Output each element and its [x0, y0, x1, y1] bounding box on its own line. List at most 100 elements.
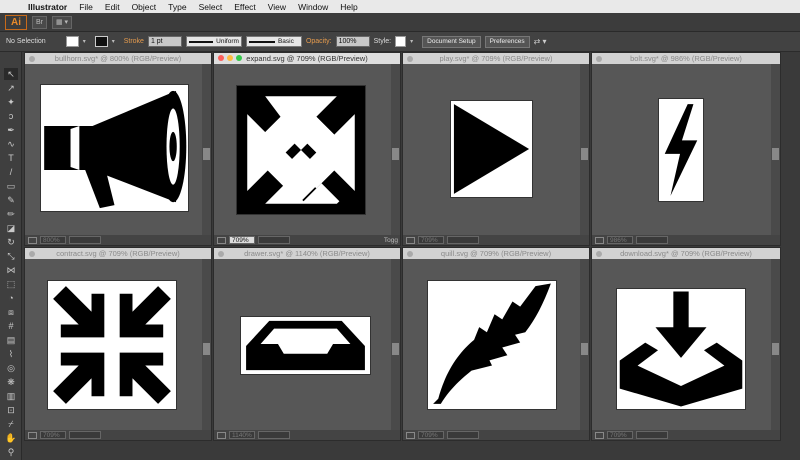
brush-definition-dropdown[interactable]: Basic [245, 36, 302, 47]
window-title-bar[interactable]: drawer.svg* @ 1140% (RGB/Preview) [214, 248, 400, 259]
window-title-bar[interactable]: contract.svg @ 709% (RGB/Preview) [25, 248, 211, 259]
menu-window[interactable]: Window [292, 2, 334, 12]
width-tool-icon[interactable]: ⋈ [4, 264, 18, 276]
document-window-drawer[interactable]: drawer.svg* @ 1140% (RGB/Preview) 1140% [213, 247, 401, 441]
lasso-icon[interactable]: ↄ [4, 110, 18, 122]
menu-object[interactable]: Object [126, 2, 163, 12]
pen-tool-icon[interactable]: ✒ [4, 124, 18, 136]
window-title-bar[interactable]: bolt.svg* @ 986% (RGB/Preview) [592, 53, 780, 64]
vertical-scrollbar[interactable] [580, 64, 589, 235]
document-window-play[interactable]: play.svg* @ 709% (RGB/Preview) 709% [402, 52, 590, 246]
artboard[interactable] [236, 85, 366, 215]
document-window-bullhorn[interactable]: bullhorn.svg* @ 800% (RGB/Preview) 800% [24, 52, 212, 246]
artboard-field[interactable] [258, 236, 290, 244]
artboard-tool-icon[interactable]: ⊡ [4, 404, 18, 416]
close-icon[interactable] [29, 56, 35, 62]
zoom-field[interactable]: 709% [418, 236, 444, 244]
opacity-label[interactable]: Opacity: [306, 38, 332, 45]
document-window-download[interactable]: download.svg* @ 709% (RGB/Preview) 709% [591, 247, 781, 441]
preferences-button[interactable]: Preferences [484, 35, 530, 48]
close-icon[interactable] [407, 56, 413, 62]
stroke-dropdown-icon[interactable]: ▾ [112, 38, 120, 45]
artboard-navigation-icon[interactable] [595, 236, 604, 244]
scale-icon[interactable]: ⤡ [4, 250, 18, 262]
artboard-field[interactable] [258, 431, 290, 439]
window-title-bar[interactable]: bullhorn.svg* @ 800% (RGB/Preview) [25, 53, 211, 64]
magic-wand-icon[interactable]: ✦ [4, 96, 18, 108]
zoom-field[interactable]: 709% [40, 431, 66, 439]
fill-swatch[interactable] [65, 36, 79, 47]
close-icon[interactable] [218, 55, 224, 61]
vertical-scrollbar[interactable] [391, 259, 400, 430]
vertical-scrollbar[interactable] [202, 259, 211, 430]
artboard-field[interactable] [636, 236, 668, 244]
artboard[interactable] [427, 280, 557, 410]
zoom-field[interactable]: 709% [418, 431, 444, 439]
style-dropdown-icon[interactable]: ▾ [410, 38, 418, 45]
artboard[interactable] [616, 288, 746, 410]
artboard-field[interactable] [636, 431, 668, 439]
variable-width-profile-dropdown[interactable]: Uniform [185, 36, 242, 47]
menu-app-name[interactable]: Illustrator [22, 2, 73, 12]
document-window-expand[interactable]: expand.svg @ 709% (RGB/Preview) 709% Tog… [213, 52, 401, 246]
window-title-bar[interactable]: expand.svg @ 709% (RGB/Preview) [214, 53, 400, 64]
document-window-contract[interactable]: contract.svg @ 709% (RGB/Preview) 709% [24, 247, 212, 441]
column-graph-icon[interactable]: ▥ [4, 390, 18, 402]
close-icon[interactable] [29, 251, 35, 257]
artboard-field[interactable] [69, 236, 101, 244]
pencil-icon[interactable]: ✏ [4, 208, 18, 220]
zoom-field[interactable]: 1140% [229, 431, 255, 439]
vertical-scrollbar[interactable] [580, 259, 589, 430]
gradient-tool-icon[interactable]: ▤ [4, 334, 18, 346]
rotate-icon[interactable]: ↻ [4, 236, 18, 248]
arrange-documents-button[interactable]: ▦ ▾ [52, 15, 73, 29]
window-title-bar[interactable]: download.svg* @ 709% (RGB/Preview) [592, 248, 780, 259]
artboard[interactable] [240, 316, 371, 375]
free-transform-icon[interactable]: ⬚ [4, 278, 18, 290]
artboard-navigation-icon[interactable] [406, 236, 415, 244]
line-tool-icon[interactable]: / [4, 166, 18, 178]
artboard[interactable] [658, 98, 704, 202]
close-icon[interactable] [218, 251, 224, 257]
menu-select[interactable]: Select [193, 2, 229, 12]
scroll-thumb[interactable] [772, 148, 779, 160]
paintbrush-icon[interactable]: ✎ [4, 194, 18, 206]
toggle-label[interactable]: Togg [384, 237, 398, 244]
artboard-navigation-icon[interactable] [595, 431, 604, 439]
vertical-scrollbar[interactable] [391, 64, 400, 235]
zoom-window-icon[interactable] [236, 55, 242, 61]
zoom-field[interactable]: 986% [607, 236, 633, 244]
vertical-scrollbar[interactable] [771, 259, 780, 430]
scroll-thumb[interactable] [392, 343, 399, 355]
artboard[interactable] [40, 84, 189, 212]
bridge-button[interactable]: Br [32, 15, 47, 29]
scroll-thumb[interactable] [392, 148, 399, 160]
selection-tool-icon[interactable]: ↖ [4, 68, 18, 80]
stroke-swatch[interactable] [94, 36, 108, 47]
document-setup-button[interactable]: Document Setup [422, 35, 481, 48]
shape-builder-icon[interactable]: ◔ [4, 292, 18, 304]
minimize-icon[interactable] [227, 55, 233, 61]
menu-help[interactable]: Help [334, 2, 363, 12]
scroll-thumb[interactable] [581, 148, 588, 160]
scroll-thumb[interactable] [772, 343, 779, 355]
artboard-field[interactable] [69, 431, 101, 439]
artboard[interactable] [47, 280, 177, 410]
zoom-tool-icon[interactable]: ⚲ [4, 446, 18, 458]
artboard-navigation-icon[interactable] [28, 431, 37, 439]
window-title-bar[interactable]: play.svg* @ 709% (RGB/Preview) [403, 53, 589, 64]
stroke-label[interactable]: Stroke [124, 38, 144, 45]
artboard-field[interactable] [447, 431, 479, 439]
menu-view[interactable]: View [262, 2, 292, 12]
close-icon[interactable] [596, 56, 602, 62]
close-icon[interactable] [407, 251, 413, 257]
scroll-thumb[interactable] [203, 343, 210, 355]
blend-tool-icon[interactable]: ◎ [4, 362, 18, 374]
menu-effect[interactable]: Effect [228, 2, 262, 12]
mesh-tool-icon[interactable]: # [4, 320, 18, 332]
eraser-icon[interactable]: ◪ [4, 222, 18, 234]
opacity-field[interactable]: 100% [335, 36, 370, 47]
slice-tool-icon[interactable]: ⌿ [4, 418, 18, 430]
graphic-style-swatch[interactable] [395, 36, 407, 47]
artboard-field[interactable] [447, 236, 479, 244]
